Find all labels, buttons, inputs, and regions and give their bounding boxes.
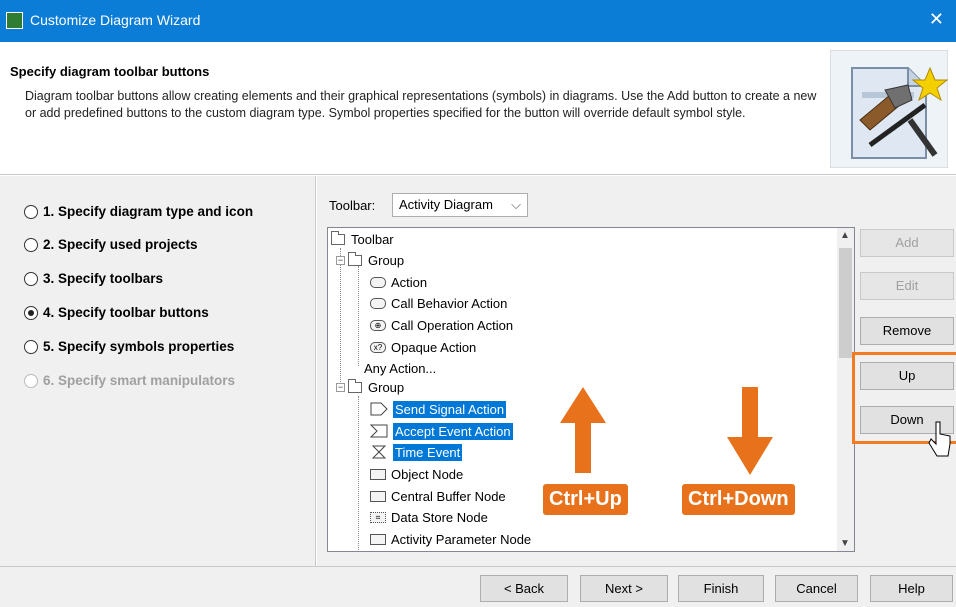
step-6: 6. Specify smart manipulators [24,373,235,388]
remove-button[interactable]: Remove [860,317,954,345]
tree-node-label: Call Behavior Action [391,295,508,311]
step-label: 6. Specify smart manipulators [43,373,236,388]
tree-item-selected[interactable]: Send Signal Action [370,399,507,419]
step-4[interactable]: 4. Specify toolbar buttons [24,305,209,320]
ctrl-down-label: Ctrl+Down [682,484,795,515]
step-3[interactable]: 3. Specify toolbars [24,271,163,286]
step-2[interactable]: 2. Specify used projects [24,237,198,252]
tree-node-label: Object Node [391,466,464,482]
tree-node-label: Toolbar [351,231,394,247]
back-button[interactable]: < Back [480,575,568,602]
close-icon[interactable]: ✕ [929,9,944,30]
page-description: Diagram toolbar buttons allow creating e… [25,89,817,120]
toolbar-select[interactable]: Activity Diagram ⌵ [392,193,528,217]
tree-item[interactable]: ⊕ Call Operation Action [370,315,513,335]
collapse-icon[interactable]: − [336,255,345,265]
step-label: 4. Specify toolbar buttons [43,305,209,320]
tree-root[interactable]: Toolbar [331,229,394,249]
wizard-steps-panel: 1. Specify diagram type and icon 2. Spec… [0,176,316,566]
folder-icon [348,378,362,393]
tree-node-label: Opaque Action [391,339,477,355]
scroll-down-icon[interactable]: ▼ [840,538,850,549]
tree-item[interactable]: Object Node [370,464,463,484]
data-store-node-icon: ⌗ [370,511,386,523]
tree-node-label: Send Signal Action [393,400,507,418]
tree-item[interactable]: ⌗ Data Store Node [370,507,488,527]
help-button[interactable]: Help [870,575,953,602]
radio-icon[interactable] [24,339,38,354]
radio-selected-icon[interactable] [24,305,38,320]
step-label: 1. Specify diagram type and icon [43,204,254,219]
call-operation-action-icon: ⊕ [370,319,386,331]
wizard-footer: < Back Next > Finish Cancel Help [0,566,956,607]
step-5[interactable]: 5. Specify symbols properties [24,339,234,354]
wizard-header: Specify diagram toolbar buttons Diagram … [0,42,956,175]
up-arrow-icon [560,387,606,473]
tree-item[interactable]: Any Action... [364,358,436,378]
time-event-icon [371,445,387,459]
cancel-button[interactable]: Cancel [775,575,858,602]
accept-event-icon [370,424,388,438]
title-bar: Customize Diagram Wizard ✕ [0,0,956,42]
tree-node-label: Central Buffer Node [391,488,506,504]
tree-item[interactable]: x? Opaque Action [370,337,476,357]
add-button[interactable]: Add [860,229,954,257]
wizard-illustration-icon [830,50,948,168]
tree-connector [358,396,359,551]
central-buffer-node-icon [370,490,386,502]
ctrl-up-label: Ctrl+Up [543,484,628,515]
tree-node-label: Activity Parameter Node [391,531,532,547]
window-title: Customize Diagram Wizard [30,12,201,28]
radio-icon[interactable] [24,271,38,286]
scroll-up-icon[interactable]: ▲ [840,230,850,241]
tree-item[interactable]: Call Behavior Action [370,293,507,313]
call-behavior-action-icon [370,297,386,309]
folder-icon [348,251,362,266]
toolbar-label: Toolbar: [329,198,376,213]
object-node-icon [370,468,386,480]
mouse-cursor-icon [928,421,951,457]
tree-item[interactable]: Central Buffer Node [370,486,506,506]
tree-node-label: Time Event [393,443,463,461]
send-signal-icon [370,402,388,416]
down-arrow-icon [727,387,773,475]
radio-icon[interactable] [24,204,38,219]
tree-item[interactable]: Action [370,272,427,292]
tree-node-label: Call Operation Action [391,317,514,333]
tree-node-label: Action [391,274,428,290]
tree-node-label: Any Action... [364,360,437,376]
tree-node-label: Group [368,379,405,395]
tree-connector [358,266,359,366]
page-heading: Specify diagram toolbar buttons [10,64,210,79]
tree-item-selected[interactable]: Time Event [370,442,463,462]
tree-item-selected[interactable]: Accept Event Action [370,421,513,441]
next-button[interactable]: Next > [580,575,668,602]
toolbar-select-value: Activity Diagram [399,197,493,212]
step-1[interactable]: 1. Specify diagram type and icon [24,204,253,219]
tree-node-label: Group [368,252,405,268]
collapse-icon[interactable]: − [336,382,345,392]
step-label: 5. Specify symbols properties [43,339,235,354]
folder-icon [331,230,345,245]
app-icon [6,12,23,29]
opaque-action-icon: x? [370,341,386,353]
scrollbar-thumb[interactable] [839,248,852,358]
edit-button[interactable]: Edit [860,272,954,300]
tree-item[interactable]: Activity Parameter Node [370,529,531,549]
step-label: 2. Specify used projects [43,237,198,252]
activity-parameter-node-icon [370,533,386,545]
radio-icon [24,373,38,388]
tree-node-label: Data Store Node [391,509,488,525]
tree-group-2[interactable]: − Group [336,377,404,397]
step-label: 3. Specify toolbars [43,271,164,286]
tree-node-label: Accept Event Action [393,422,513,440]
chevron-down-icon: ⌵ [511,197,521,212]
finish-button[interactable]: Finish [678,575,764,602]
radio-icon[interactable] [24,237,38,252]
action-icon [370,276,386,288]
tree-group-1[interactable]: − Group [336,250,404,270]
